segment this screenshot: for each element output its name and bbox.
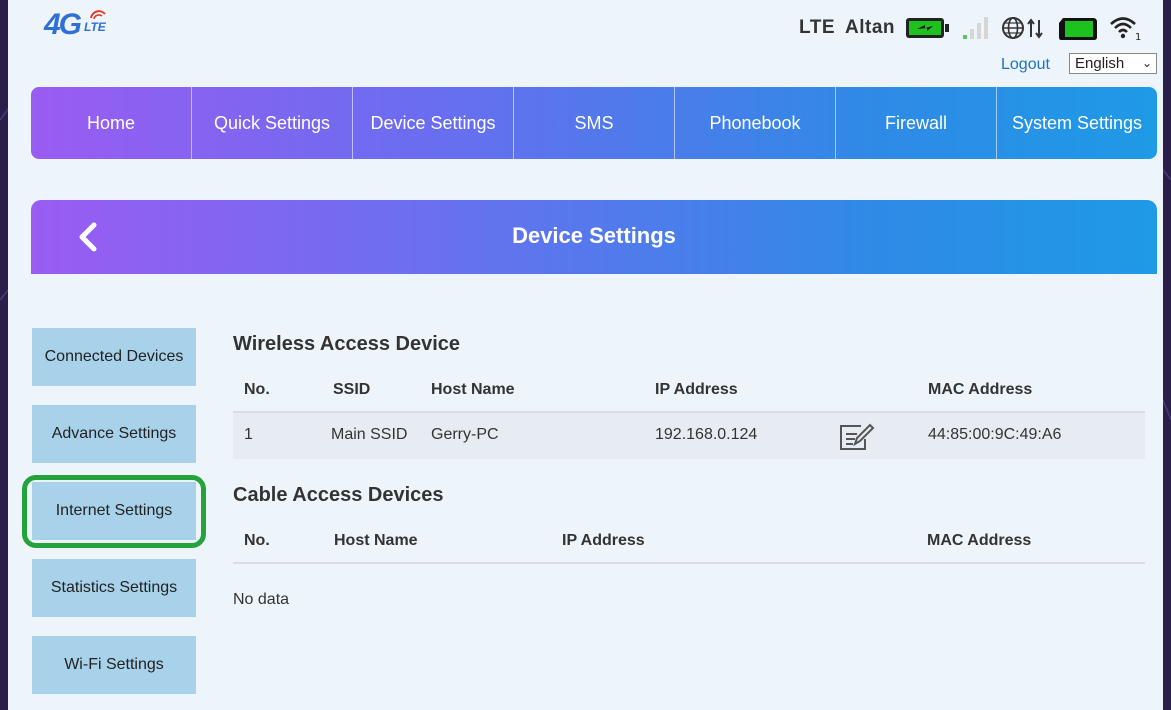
wireless-row-no: 1	[244, 426, 253, 443]
nav-system-settings[interactable]: System Settings	[997, 87, 1157, 159]
edit-icon[interactable]	[837, 422, 875, 452]
signal-bars-icon	[963, 17, 988, 39]
nav-home[interactable]: Home	[31, 87, 192, 159]
carrier-name: Altan	[845, 17, 895, 38]
logo-4g-text: 4G	[44, 8, 82, 41]
wireless-row-ssid: Main SSID	[331, 426, 408, 443]
cable-header-divider	[233, 562, 1145, 564]
nav-sms[interactable]: SMS	[514, 87, 675, 159]
main-navigation: Home Quick Settings Device Settings SMS …	[31, 87, 1157, 159]
router-web-panel: 4G LTE LTE Altan 1 Logout English ⌄ Home…	[8, 0, 1163, 710]
logout-link[interactable]: Logout	[1001, 56, 1050, 74]
network-type-label: LTE	[799, 17, 835, 38]
wireless-col-no: No.	[244, 381, 270, 398]
wireless-col-ip-address: IP Address	[655, 381, 738, 398]
wireless-row-host: Gerry-PC	[431, 426, 499, 443]
cable-empty-message: No data	[233, 591, 290, 608]
wireless-row-mac: 44:85:00:9C:49:A6	[928, 426, 1062, 443]
svg-text:1: 1	[1135, 32, 1141, 42]
cable-col-no: No.	[244, 532, 270, 549]
logo-signal-arc-icon	[90, 10, 106, 20]
cable-col-mac-address: MAC Address	[927, 532, 1032, 549]
wireless-col-ssid: SSID	[333, 381, 371, 398]
wireless-col-host-name: Host Name	[431, 381, 515, 398]
sidebar-item-connected-devices[interactable]: Connected Devices	[32, 328, 196, 386]
page-header-bar: Device Settings	[31, 200, 1157, 274]
sidebar-item-advance-settings[interactable]: Advance Settings	[32, 405, 196, 463]
page-title: Device Settings	[512, 223, 676, 248]
language-selected-value: English	[1075, 55, 1125, 72]
sim-icon	[1059, 18, 1097, 40]
wifi-icon: 1	[1110, 17, 1141, 42]
cable-section-title: Cable Access Devices	[233, 484, 444, 506]
nav-phonebook[interactable]: Phonebook	[675, 87, 836, 159]
language-select[interactable]: English ⌄	[1069, 53, 1157, 74]
nav-device-settings[interactable]: Device Settings	[353, 87, 514, 159]
sidebar-item-wifi-settings[interactable]: Wi-Fi Settings	[32, 636, 196, 694]
wireless-col-mac-address: MAC Address	[928, 381, 1033, 398]
cable-col-host-name: Host Name	[334, 532, 418, 549]
wireless-row-ip: 192.168.0.124	[655, 426, 758, 443]
highlight-outline	[22, 475, 206, 548]
logo-lte-text: LTE	[84, 20, 106, 34]
cable-col-ip-address: IP Address	[562, 532, 645, 549]
chevron-down-icon: ⌄	[1141, 56, 1152, 70]
globe-data-icon	[1002, 17, 1043, 39]
wireless-section-title: Wireless Access Device	[233, 333, 461, 355]
4g-lte-logo: 4G LTE	[44, 8, 134, 48]
nav-quick-settings[interactable]: Quick Settings	[192, 87, 353, 159]
nav-firewall[interactable]: Firewall	[836, 87, 997, 159]
status-bar: LTE Altan 1	[799, 14, 1143, 42]
sidebar-item-statistics-settings[interactable]: Statistics Settings	[32, 559, 196, 617]
battery-charging-icon	[906, 18, 949, 38]
